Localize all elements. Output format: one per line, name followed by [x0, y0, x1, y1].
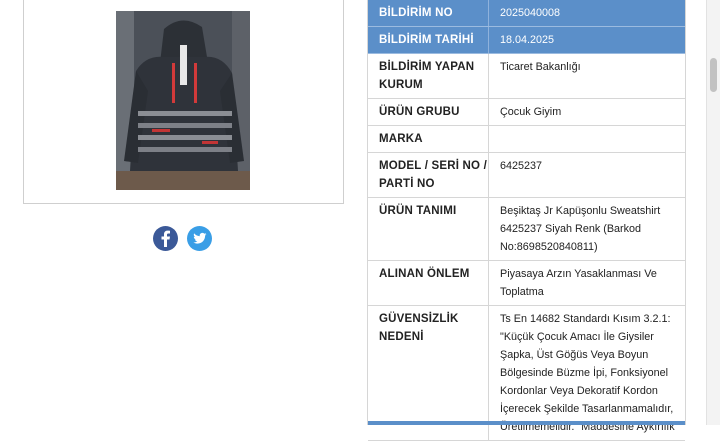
product-photo[interactable]	[116, 11, 250, 190]
row-product-group: ÜRÜN GRUBU Çocuk Giyim	[368, 99, 685, 126]
twitter-icon	[193, 232, 207, 244]
row-product-description: ÜRÜN TANIMI Beşiktaş Jr Kapüşonlu Sweats…	[368, 198, 685, 261]
notice-date-label: BİLDİRİM TARİHİ	[379, 34, 474, 46]
brand-value	[488, 126, 685, 152]
row-notice-date: BİLDİRİM TARİHİ 18.04.2025	[368, 27, 685, 54]
facebook-share-button[interactable]	[153, 226, 178, 251]
unsafety-reason-value: Ts En 14682 Standardı Kısım 3.2.1: "Küçü…	[488, 306, 685, 440]
notice-date-value: 18.04.2025	[488, 27, 685, 53]
product-description-value: Beşiktaş Jr Kapüşonlu Sweatshirt 6425237…	[488, 198, 685, 260]
row-measure-taken: ALINAN ÖNLEM Piyasaya Arzın Yasaklanması…	[368, 261, 685, 306]
model-serial-value: 6425237	[488, 153, 685, 197]
page-scrollbar[interactable]	[706, 0, 720, 425]
row-notice-no: BİLDİRİM NO 2025040008	[368, 0, 685, 27]
product-group-value: Çocuk Giyim	[488, 99, 685, 125]
measure-taken-value: Piyasaya Arzın Yasaklanması Ve Toplatma	[488, 261, 685, 305]
twitter-share-button[interactable]	[187, 226, 212, 251]
table-bottom-bar	[368, 421, 685, 425]
reporting-agency-label: BİLDİRİM YAPAN KURUM	[379, 61, 475, 91]
row-model-serial: MODEL / SERİ NO / PARTİ NO 6425237	[368, 153, 685, 198]
notice-no-label: BİLDİRİM NO	[379, 7, 453, 19]
brand-label: MARKA	[379, 133, 423, 145]
notice-details-table: BİLDİRİM NO 2025040008 BİLDİRİM TARİHİ 1…	[367, 0, 686, 441]
reporting-agency-value: Ticaret Bakanlığı	[488, 54, 685, 98]
unsafety-reason-label: GÜVENSİZLİK NEDENİ	[379, 313, 459, 343]
facebook-icon	[161, 230, 170, 247]
row-brand: MARKA	[368, 126, 685, 153]
hoodie-illustration	[116, 11, 250, 190]
model-serial-label: MODEL / SERİ NO / PARTİ NO	[379, 160, 487, 190]
scrollbar-thumb[interactable]	[710, 58, 717, 92]
product-group-label: ÜRÜN GRUBU	[379, 106, 460, 118]
notice-no-value: 2025040008	[488, 0, 685, 26]
measure-taken-label: ALINAN ÖNLEM	[379, 268, 470, 280]
row-reporting-agency: BİLDİRİM YAPAN KURUM Ticaret Bakanlığı	[368, 54, 685, 99]
product-image-frame	[23, 0, 344, 204]
product-description-label: ÜRÜN TANIMI	[379, 205, 457, 217]
